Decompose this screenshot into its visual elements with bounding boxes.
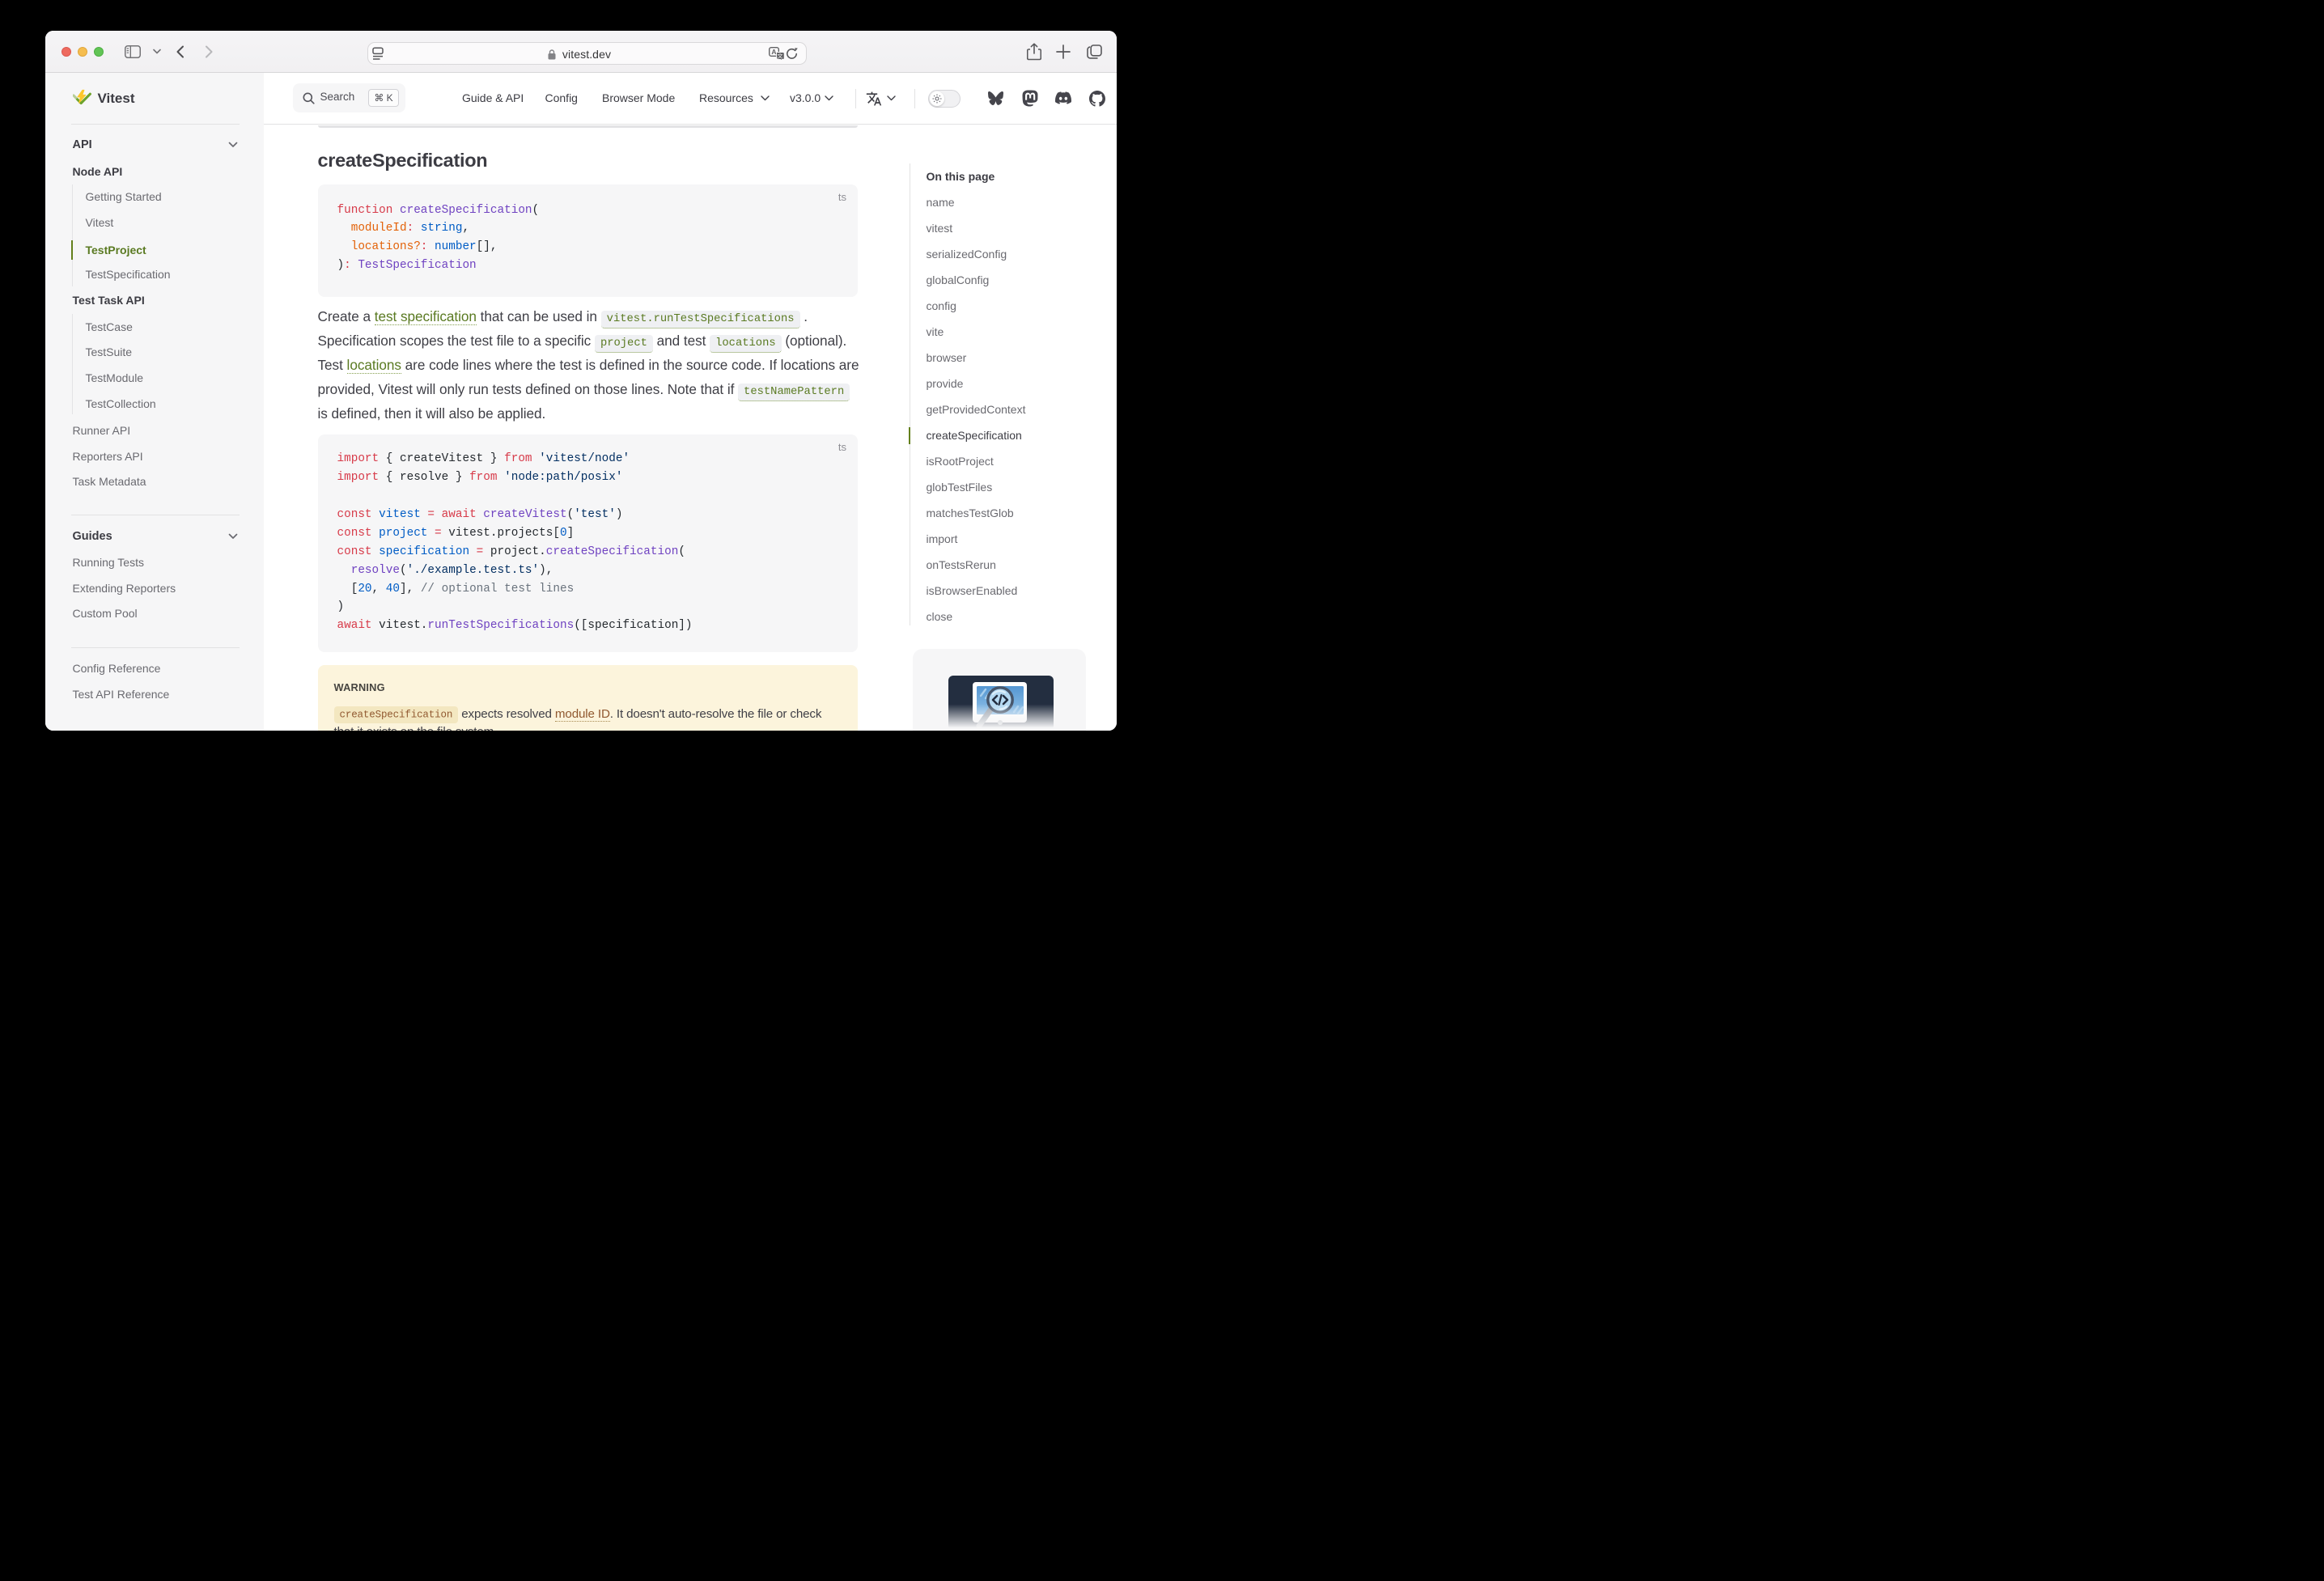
svg-text:文: 文 — [777, 52, 782, 59]
svg-text:A: A — [771, 48, 776, 56]
